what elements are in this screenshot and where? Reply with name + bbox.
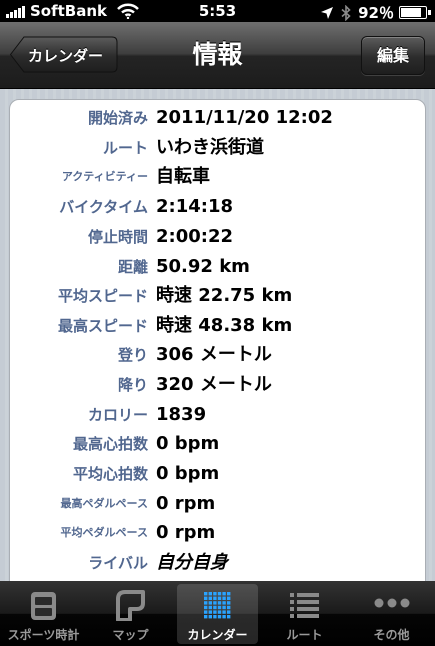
detail-label: 開始済み (87, 109, 148, 127)
detail-value: 306 メートル (156, 344, 272, 365)
details-card: 開始済み 2011/11/20 12:02 ルート いわき浜街道 アクティビティ… (9, 99, 426, 581)
detail-value: 0 rpm (156, 522, 216, 543)
tab-label: その他 (373, 628, 410, 642)
detail-row: 平均心拍数 0 bpm (10, 459, 425, 489)
bluetooth-icon (341, 4, 351, 21)
tab-label: マップ (112, 628, 149, 642)
detail-row: アクティビティー 自転車 (10, 162, 425, 192)
detail-label: ライバル (88, 554, 148, 572)
location-arrow-icon (321, 6, 334, 19)
tab-label: ルート (286, 628, 323, 642)
detail-label: バイクタイム (59, 198, 148, 216)
detail-label: 平均スピード (57, 287, 148, 305)
tab-calendar[interactable]: カレンダー (174, 581, 261, 646)
navigation-bar: カレンダー 情報 編集 (0, 22, 435, 89)
detail-row: カロリー 1839 (10, 400, 425, 430)
detail-row: 最高スピード 時速 48.38 km (10, 311, 425, 341)
map-icon (116, 590, 145, 621)
detail-value: 320 メートル (156, 374, 272, 395)
battery-icon (399, 6, 431, 19)
detail-row: バイクタイム 2:14:18 (10, 192, 425, 222)
tab-more[interactable]: その他 (348, 581, 435, 646)
detail-label: カロリー (87, 406, 148, 424)
tab-sports-watch[interactable]: スポーツ時計 (0, 581, 87, 646)
detail-value: いわき浜街道 (156, 137, 264, 158)
detail-label: 距離 (117, 258, 148, 276)
detail-value: 0 bpm (156, 433, 220, 454)
detail-row: 登り 306 メートル (10, 340, 425, 370)
detail-row: 平均ペダルペース 0 rpm (10, 518, 425, 548)
detail-value: 時速 48.38 km (156, 315, 293, 336)
tab-route[interactable]: ルート (261, 581, 348, 646)
detail-value: 2:00:22 (156, 226, 234, 247)
detail-label: 最高心拍数 (72, 435, 148, 453)
stopwatch-icon (31, 592, 56, 620)
detail-value: 0 rpm (156, 493, 216, 514)
detail-row: ライバル 自分自身 (10, 548, 425, 578)
tab-label: スポーツ時計 (7, 628, 80, 642)
calendar-icon (204, 592, 231, 619)
detail-label: 平均心拍数 (72, 465, 148, 483)
detail-label: アクティビティー (61, 170, 148, 183)
content-area[interactable]: 開始済み 2011/11/20 12:02 ルート いわき浜街道 アクティビティ… (0, 89, 435, 581)
tab-label: カレンダー (187, 628, 248, 642)
detail-label: 降り (117, 376, 148, 394)
detail-value: 時速 22.75 km (156, 285, 293, 306)
detail-row: ルート いわき浜街道 (10, 133, 425, 163)
more-icon (374, 598, 410, 608)
detail-row: 最高心拍数 0 bpm (10, 429, 425, 459)
detail-row: 開始済み 2011/11/20 12:02 (10, 103, 425, 133)
battery-percent: 92％ (358, 4, 394, 22)
detail-row: 降り 320 メートル (10, 370, 425, 400)
detail-value: 2:14:18 (156, 196, 234, 217)
detail-value: 50.92 km (156, 256, 250, 277)
detail-label: 最高ペダルペース (60, 497, 148, 510)
list-icon (290, 593, 319, 618)
tab-bar: スポーツ時計 マップ カレンダー ルート その他 (0, 581, 435, 646)
detail-value: 自転車 (156, 166, 210, 187)
detail-row: 距離 50.92 km (10, 252, 425, 282)
edit-button[interactable]: 編集 (361, 36, 425, 75)
detail-value: 1839 (156, 404, 207, 425)
detail-label: 平均ペダルペース (60, 526, 148, 539)
detail-label: 登り (117, 346, 148, 364)
detail-value: 自分自身 (156, 552, 228, 573)
detail-row: 平均スピード 時速 22.75 km (10, 281, 425, 311)
tab-map[interactable]: マップ (87, 581, 174, 646)
detail-row: 最高ペダルペース 0 rpm (10, 489, 425, 519)
detail-value: 2011/11/20 12:02 (156, 107, 333, 128)
detail-row: 停止時間 2:00:22 (10, 222, 425, 252)
detail-label: ルート (102, 139, 148, 157)
status-bar: SoftBank 5:53 92％ (0, 0, 435, 22)
detail-label: 停止時間 (87, 228, 148, 246)
detail-label: 最高スピード (57, 317, 148, 335)
detail-value: 0 bpm (156, 463, 220, 484)
